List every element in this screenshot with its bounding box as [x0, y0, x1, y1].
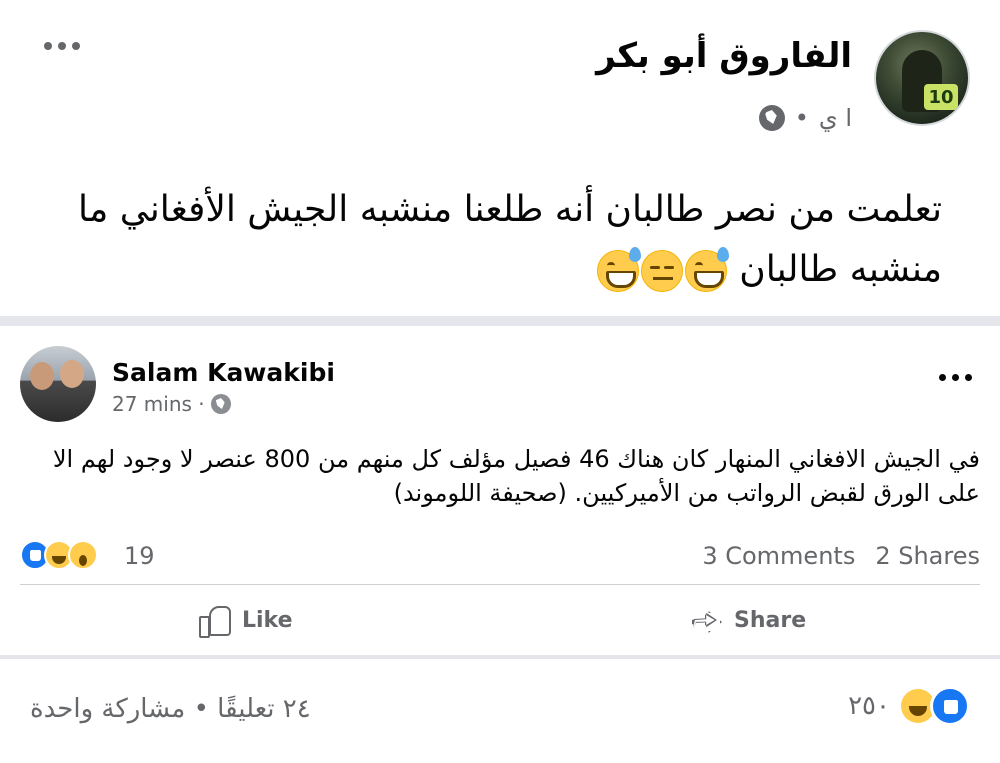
sweat-drop [716, 247, 729, 262]
post-meta: ا ي • [758, 104, 852, 132]
more-options-icon[interactable] [939, 374, 972, 381]
outer-reaction-count[interactable]: ٢٥٠ [848, 691, 890, 721]
outer-post-footer: ٢٤ تعليقًا • مشاركة واحدة ٢٥٠ [0, 660, 1000, 763]
section-divider [0, 316, 1000, 326]
thumbs-up-icon [198, 604, 231, 638]
shared-post-text: في الجيش الافغاني المنهار كان هناك 46 فص… [52, 445, 980, 507]
author-name[interactable]: الفاروق أبو بكر [596, 36, 852, 76]
shared-post-timestamp[interactable]: 27 mins · [112, 392, 205, 416]
share-button[interactable]: Share [690, 594, 806, 646]
wow-icon [68, 540, 98, 570]
globe-icon [758, 105, 785, 131]
sweat-drop [628, 247, 641, 262]
shared-author-name[interactable]: Salam Kawakibi [112, 358, 335, 387]
dot [44, 42, 52, 50]
shares-count[interactable]: 2 Shares [875, 542, 980, 570]
avatar-person [60, 360, 84, 388]
author-avatar[interactable]: 10 [874, 30, 970, 126]
share-arrow-icon [690, 604, 722, 636]
reaction-count[interactable]: 19 [124, 542, 155, 570]
eye [649, 266, 660, 269]
expressionless-emoji-icon [640, 250, 683, 292]
mouth [652, 277, 673, 280]
post-text-line-1: تعلمت من نصر طالبان أنه طلعنا منشبه الجي… [78, 189, 942, 230]
post-text: تعلمت من نصر طالبان أنه طلعنا منشبه الجي… [42, 180, 942, 300]
shared-post[interactable]: Salam Kawakibi 27 mins · في الجيش الافغا… [0, 326, 1000, 656]
like-button[interactable]: Like [198, 594, 293, 646]
dot [939, 374, 946, 381]
dot [72, 42, 80, 50]
dot [952, 374, 959, 381]
dot [58, 42, 66, 50]
eye [663, 266, 674, 269]
avatar-badge: 10 [924, 84, 958, 110]
outer-post-header: 10 الفاروق أبو بكر ا ي • [0, 0, 1000, 160]
grinning-sweat-emoji-icon [684, 247, 729, 292]
post-text-line-2-words: منشبه طالبان [739, 249, 942, 290]
shared-post-meta: 27 mins · [112, 392, 231, 416]
like-icon [930, 686, 970, 726]
share-label: Share [734, 607, 807, 633]
outer-comments-shares[interactable]: ٢٤ تعليقًا • مشاركة واحدة [30, 694, 311, 724]
like-label: Like [242, 607, 293, 633]
grinning-sweat-emoji-icon [596, 247, 641, 292]
comments-count[interactable]: 3 Comments [702, 542, 855, 570]
more-options-icon[interactable] [44, 42, 80, 50]
reaction-summary: 19 3 Comments 2 Shares [20, 536, 980, 576]
globe-icon [210, 394, 231, 414]
reaction-icons[interactable] [20, 540, 98, 570]
meta-separator: • [794, 104, 809, 132]
post-text-line-2: منشبه طالبان [42, 240, 942, 300]
dot [965, 374, 972, 381]
outer-reaction-summary[interactable]: ٢٥٠ [848, 686, 970, 726]
section-divider [0, 655, 1000, 659]
shared-author-avatar[interactable] [20, 346, 96, 422]
comments-shares: 3 Comments 2 Shares [702, 542, 980, 570]
post-timestamp[interactable]: ا ي [819, 104, 852, 132]
actions-divider [20, 584, 980, 585]
avatar-person [30, 362, 54, 390]
